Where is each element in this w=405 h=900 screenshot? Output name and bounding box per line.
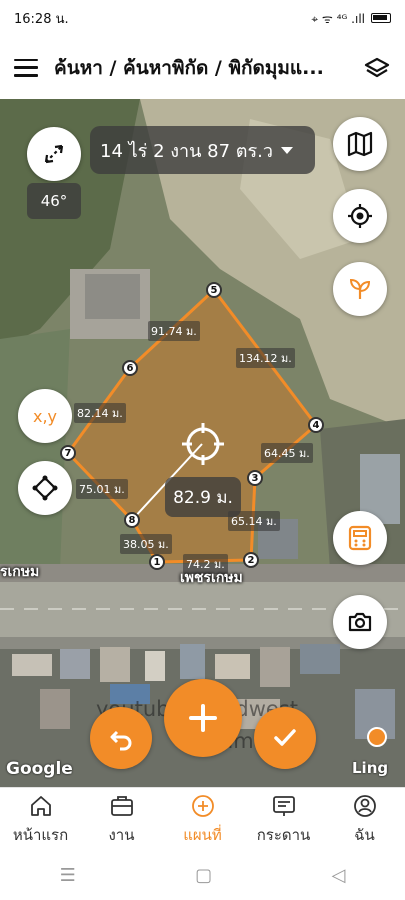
undo-icon bbox=[110, 730, 132, 751]
add-point-button[interactable] bbox=[164, 679, 242, 757]
segment-length: 82.14 ม. bbox=[74, 403, 126, 423]
app-header: ค้นหา / ค้นหาพิกัด / พิกัดมุมแ... bbox=[0, 36, 405, 99]
nav-label: แผนที่ bbox=[183, 825, 222, 844]
calculator-button[interactable] bbox=[333, 511, 387, 565]
nav-me[interactable]: ฉัน bbox=[324, 788, 405, 851]
area-value: 14 ไร่ 2 งาน 87 ตร.ว bbox=[100, 140, 273, 162]
vertex-marker[interactable]: 2 bbox=[243, 552, 259, 568]
google-attribution: Google bbox=[6, 759, 73, 779]
nav-label: กระดาน bbox=[256, 825, 311, 844]
vertex-marker[interactable]: 4 bbox=[308, 417, 324, 433]
segment-length: 91.74 ม. bbox=[148, 321, 200, 341]
status-icons: ⌖ ᯤ ⁴ᴳ .ıll bbox=[311, 10, 391, 27]
nav-label: ฉัน bbox=[354, 825, 375, 844]
nav-board[interactable]: กระดาน bbox=[243, 788, 324, 851]
crosshair-icon bbox=[348, 204, 372, 228]
camera-button[interactable] bbox=[333, 595, 387, 649]
nav-label: หน้าแรก bbox=[12, 825, 69, 844]
check-icon bbox=[274, 729, 296, 746]
nav-label: งาน bbox=[108, 825, 135, 844]
home-button-icon[interactable]: ▢ bbox=[195, 865, 212, 886]
vertex-marker[interactable]: 5 bbox=[206, 282, 222, 298]
bottom-navigation: หน้าแรก งาน แผนที่ กระดาน ฉัน bbox=[0, 787, 405, 851]
status-bar: 16:28 น. ⌖ ᯤ ⁴ᴳ .ıll bbox=[0, 0, 405, 36]
status-time: 16:28 น. bbox=[14, 11, 69, 27]
map-type-button[interactable] bbox=[333, 117, 387, 171]
premium-crown-icon bbox=[367, 727, 387, 747]
layers-icon[interactable] bbox=[363, 54, 391, 82]
target-reticle-icon bbox=[182, 423, 224, 465]
xy-coordinate-button[interactable]: x,y bbox=[18, 389, 72, 443]
vertex-marker[interactable]: 6 bbox=[122, 360, 138, 376]
polygon-edit-button[interactable] bbox=[18, 461, 72, 515]
distance-badge: 82.9 ม. bbox=[165, 477, 241, 517]
menu-icon[interactable] bbox=[14, 58, 38, 77]
undo-button[interactable] bbox=[90, 707, 152, 769]
system-navigation: ☰ ▢ ◁ bbox=[0, 851, 405, 900]
ling-attribution: Ling bbox=[352, 759, 389, 777]
locate-me-button[interactable] bbox=[333, 189, 387, 243]
segment-length: 134.12 ม. bbox=[236, 348, 295, 368]
battery-icon bbox=[371, 13, 391, 23]
chevron-down-icon bbox=[280, 146, 293, 154]
board-icon bbox=[272, 795, 295, 816]
map-icon bbox=[347, 131, 373, 157]
nav-map[interactable]: แผนที่ bbox=[162, 788, 243, 851]
vertex-marker[interactable]: 1 bbox=[149, 554, 165, 570]
segment-length: 75.01 ม. bbox=[76, 479, 128, 499]
plus-icon bbox=[189, 704, 217, 732]
camera-icon bbox=[348, 612, 372, 632]
status-indicator-icons: ⌖ ᯤ ⁴ᴳ .ıll bbox=[311, 11, 365, 26]
polygon-node-icon bbox=[32, 475, 58, 501]
road-label: รเกษม bbox=[0, 564, 40, 580]
area-dropdown[interactable]: 14 ไร่ 2 งาน 87 ตร.ว bbox=[90, 126, 315, 174]
road-label: เพชรเกษม bbox=[180, 570, 243, 586]
segment-length: 38.05 ม. bbox=[120, 534, 172, 554]
back-icon[interactable]: ◁ bbox=[331, 865, 345, 886]
home-icon bbox=[30, 795, 51, 816]
bearing-badge: 46° bbox=[27, 183, 81, 219]
nav-jobs[interactable]: งาน bbox=[81, 788, 162, 851]
compass-icon bbox=[44, 144, 64, 164]
briefcase-icon bbox=[110, 795, 133, 816]
calculator-icon bbox=[348, 525, 372, 551]
compass-button[interactable] bbox=[27, 127, 81, 181]
sprout-icon bbox=[349, 278, 371, 299]
vertex-marker[interactable]: 7 bbox=[60, 445, 76, 461]
vertex-marker[interactable]: 8 bbox=[124, 512, 140, 528]
nav-home[interactable]: หน้าแรก bbox=[0, 788, 81, 851]
segment-length: 64.45 ม. bbox=[261, 443, 313, 463]
map-view[interactable]: 14 ไร่ 2 งาน 87 ตร.ว 46° x,y 91.74 ม. 13… bbox=[0, 99, 405, 787]
vertex-marker[interactable]: 3 bbox=[247, 470, 263, 486]
breadcrumb-title: ค้นหา / ค้นหาพิกัด / พิกัดมุมแ... bbox=[54, 56, 324, 79]
user-icon bbox=[353, 794, 376, 817]
plant-layer-button[interactable] bbox=[333, 262, 387, 316]
plus-circle-icon bbox=[191, 794, 214, 817]
confirm-button[interactable] bbox=[254, 707, 316, 769]
recent-apps-icon[interactable]: ☰ bbox=[60, 865, 76, 886]
